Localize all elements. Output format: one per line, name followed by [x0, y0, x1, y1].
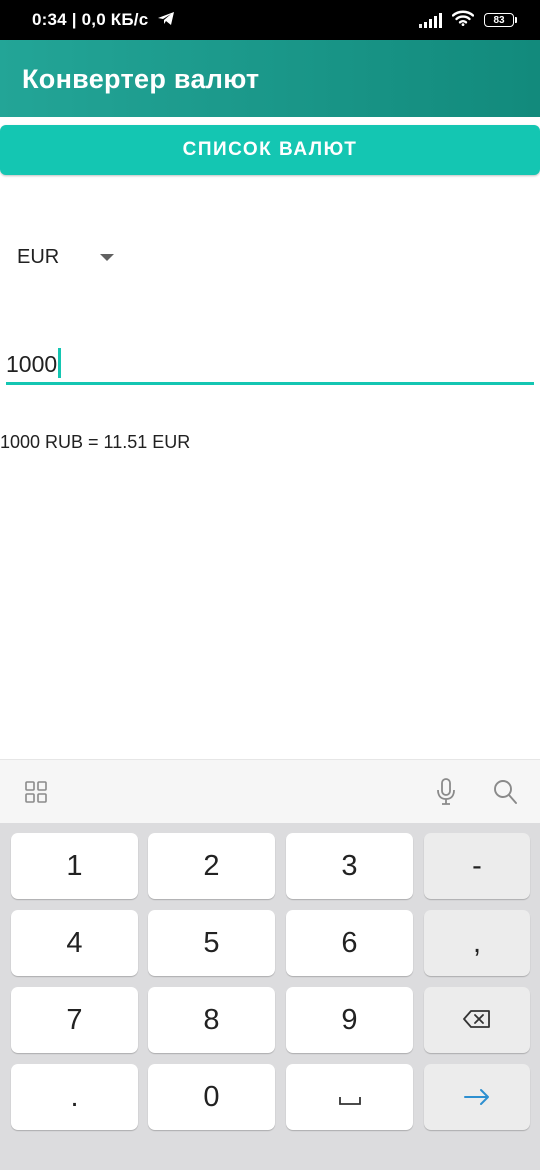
key-3[interactable]: 3 — [286, 833, 413, 899]
space-icon — [338, 1081, 361, 1114]
currency-list-button[interactable]: СПИСОК ВАЛЮТ — [0, 125, 540, 175]
telegram-icon — [157, 11, 175, 31]
status-time-speed: 0:34 | 0,0 КБ/с — [32, 10, 149, 29]
key-9[interactable]: 9 — [286, 987, 413, 1053]
search-icon[interactable] — [493, 779, 517, 810]
microphone-icon[interactable] — [436, 778, 456, 811]
key-comma[interactable]: , — [424, 910, 530, 976]
status-right: 83 — [419, 10, 517, 31]
amount-input-value: 1000 — [6, 348, 61, 378]
key-5[interactable]: 5 — [148, 910, 275, 976]
key-space[interactable] — [286, 1064, 413, 1130]
key-enter[interactable] — [424, 1064, 530, 1130]
key-dot[interactable]: . — [11, 1064, 138, 1130]
enter-arrow-icon — [464, 1081, 490, 1114]
app-title: Конвертер валют — [22, 64, 260, 94]
dropdown-arrow-icon — [100, 254, 114, 261]
key-1[interactable]: 1 — [11, 833, 138, 899]
key-8[interactable]: 8 — [148, 987, 275, 1053]
key-6[interactable]: 6 — [286, 910, 413, 976]
grid-icon[interactable] — [25, 781, 47, 808]
backspace-icon — [463, 1004, 491, 1037]
currency-spinner-value: EUR — [17, 246, 60, 268]
key-7[interactable]: 7 — [11, 987, 138, 1053]
text-caret — [58, 348, 61, 378]
numeric-keyboard: 1 2 3 - 4 5 6 , 7 8 9 . 0 — [0, 823, 540, 1170]
cell-signal-icon — [419, 12, 442, 28]
key-0[interactable]: 0 — [148, 1064, 275, 1130]
wifi-icon — [451, 10, 475, 31]
key-4[interactable]: 4 — [11, 910, 138, 976]
status-bar: 0:34 | 0,0 КБ/с 83 — [0, 0, 540, 40]
currency-spinner[interactable]: EUR — [17, 244, 127, 272]
keyboard-toolbar — [0, 759, 540, 824]
key-minus[interactable]: - — [424, 833, 530, 899]
status-left: 0:34 | 0,0 КБ/с — [32, 10, 175, 31]
key-2[interactable]: 2 — [148, 833, 275, 899]
amount-text: 1000 — [6, 351, 58, 377]
amount-input[interactable]: 1000 — [6, 343, 534, 385]
conversion-result: 1000 RUB = 11.51 EUR — [0, 432, 191, 452]
app-bar: Конвертер валют — [0, 40, 540, 117]
battery-icon: 83 — [484, 13, 517, 27]
key-backspace[interactable] — [424, 987, 530, 1053]
